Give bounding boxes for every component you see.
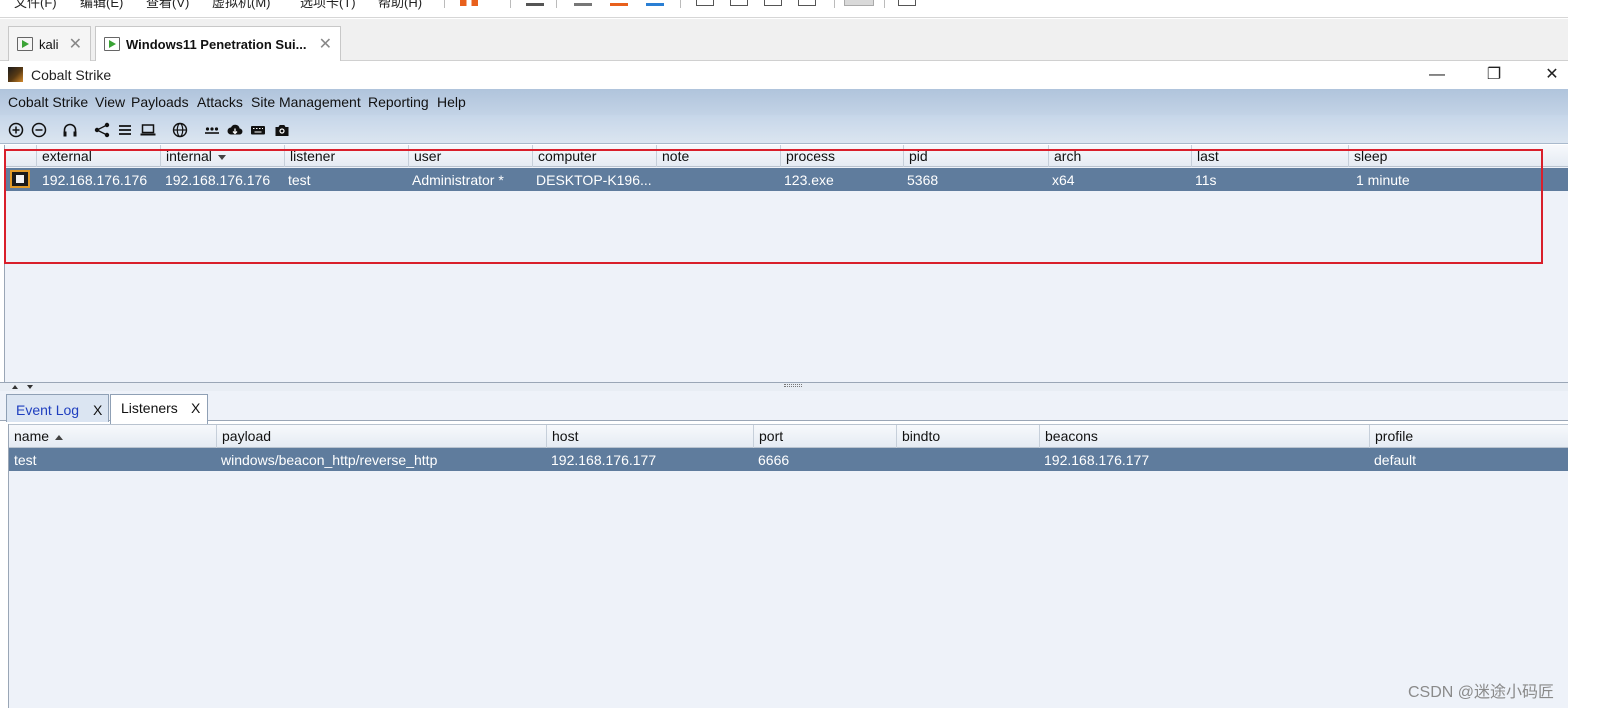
credentials-icon[interactable]: [204, 122, 220, 138]
sessions-table-icon[interactable]: [117, 122, 133, 138]
drag-handle-icon[interactable]: [784, 384, 802, 387]
listeners-table: name payload host port bindto beacons pr…: [8, 424, 1568, 708]
col-header-payload[interactable]: payload: [217, 425, 547, 448]
cell-profile: default: [1374, 452, 1417, 468]
revert-snapshot-icon[interactable]: [610, 0, 628, 6]
col-header-profile[interactable]: profile: [1370, 425, 1568, 448]
minimize-button[interactable]: —: [1422, 65, 1452, 85]
unity-icon[interactable]: [798, 0, 816, 6]
app-menubar: Cobalt Strike View Payloads Attacks Site…: [0, 89, 1568, 115]
close-tab-button[interactable]: X: [93, 402, 102, 418]
vm-tab-label: kali: [39, 37, 59, 52]
snapshot-icon[interactable]: [574, 0, 592, 6]
cell-beacons: 192.168.176.177: [1044, 452, 1150, 468]
vm-menu-help[interactable]: 帮助(H): [378, 0, 422, 11]
console-view-icon[interactable]: [844, 0, 874, 6]
cell-payload: windows/beacon_http/reverse_http: [221, 452, 438, 468]
close-icon[interactable]: ✕: [319, 34, 332, 54]
thumbnail-icon[interactable]: [730, 0, 748, 6]
listeners-table-header: name payload host port bindto beacons pr…: [9, 424, 1568, 448]
col-header-host[interactable]: host: [547, 425, 754, 448]
vm-tab-kali[interactable]: kali ✕: [8, 26, 91, 61]
window-title: Cobalt Strike: [31, 67, 112, 83]
vmware-menubar: 文件(F) 编辑(E) 查看(V) 虚拟机(M) 选项卡(T) 帮助(H): [0, 0, 1568, 18]
vm-menu-tabs[interactable]: 选项卡(T): [300, 0, 356, 11]
send-keys-icon[interactable]: [526, 0, 544, 6]
sidebar-toggle-icon[interactable]: [696, 0, 714, 6]
tab-event-log[interactable]: Event Log X: [6, 394, 109, 422]
menu-reporting[interactable]: Reporting: [368, 94, 429, 110]
menu-site-management[interactable]: Site Management: [251, 94, 361, 110]
close-icon[interactable]: ✕: [69, 34, 82, 54]
vm-running-icon: [104, 37, 120, 51]
col-header-bindto[interactable]: bindto: [897, 425, 1040, 448]
collapse-down-icon[interactable]: [27, 385, 33, 389]
vm-tab-windows11[interactable]: Windows11 Penetration Sui... ✕: [95, 26, 341, 61]
col-header-beacons[interactable]: beacons: [1040, 425, 1370, 448]
tab-listeners[interactable]: Listeners X: [110, 394, 208, 424]
listener-row[interactable]: test windows/beacon_http/reverse_http 19…: [9, 448, 1568, 471]
screenshots-icon[interactable]: [274, 122, 290, 138]
cobalt-strike-logo-icon: [8, 67, 23, 82]
tab-label: Listeners: [121, 400, 178, 416]
vm-tab-label: Windows11 Penetration Sui...: [126, 37, 307, 52]
csdn-watermark: CSDN @迷途小码匠: [1407, 684, 1554, 701]
cell-port: 6666: [758, 452, 790, 468]
menu-help[interactable]: Help: [437, 94, 466, 110]
tab-label: Event Log: [16, 402, 80, 418]
annotation-highlight-box: [4, 149, 1543, 264]
close-tab-button[interactable]: X: [191, 400, 200, 416]
col-header-port[interactable]: port: [754, 425, 897, 448]
menu-payloads[interactable]: Payloads: [131, 94, 189, 110]
menu-cobalt-strike[interactable]: Cobalt Strike: [8, 94, 88, 110]
collapse-up-icon[interactable]: [12, 385, 18, 389]
vm-running-icon: [17, 37, 33, 51]
screen: 文件(F) 编辑(E) 查看(V) 虚拟机(M) 选项卡(T) 帮助(H) ka…: [0, 0, 1568, 708]
app-toolbar: [0, 115, 1568, 144]
snapshot-manager-icon[interactable]: [646, 0, 664, 6]
cell-host: 192.168.176.177: [551, 452, 657, 468]
vm-menu-edit[interactable]: 编辑(E): [80, 0, 123, 11]
close-button[interactable]: ✕: [1537, 65, 1567, 85]
col-header-name[interactable]: name: [9, 425, 217, 448]
app-titlebar: Cobalt Strike — ❐ ✕: [0, 61, 1568, 89]
vm-menu-file[interactable]: 文件(F): [14, 0, 57, 11]
stretch-guest-icon[interactable]: [898, 0, 916, 6]
bottom-tabstrip: Event Log X Listeners X: [0, 391, 1568, 424]
menu-view[interactable]: View: [95, 94, 125, 110]
vm-menu-view[interactable]: 查看(V): [146, 0, 189, 11]
full-screen-icon[interactable]: [764, 0, 782, 6]
disconnect-icon[interactable]: [31, 122, 47, 138]
new-connection-icon[interactable]: [8, 122, 24, 138]
pause-vm-icon[interactable]: [460, 0, 478, 6]
menu-attacks[interactable]: Attacks: [197, 94, 243, 110]
cell-name: test: [14, 452, 37, 468]
keystrokes-icon[interactable]: [250, 122, 266, 138]
vm-menu-vm[interactable]: 虚拟机(M): [212, 0, 271, 11]
downloads-icon[interactable]: [227, 122, 243, 138]
pivot-graph-icon[interactable]: [94, 122, 110, 138]
restore-button[interactable]: ❐: [1479, 65, 1509, 85]
split-divider[interactable]: [0, 382, 1568, 391]
web-log-icon[interactable]: [172, 122, 188, 138]
targets-icon[interactable]: [140, 122, 156, 138]
vmware-tabstrip: kali ✕ Windows11 Penetration Sui... ✕: [0, 19, 1568, 61]
listeners-icon[interactable]: [62, 122, 78, 138]
